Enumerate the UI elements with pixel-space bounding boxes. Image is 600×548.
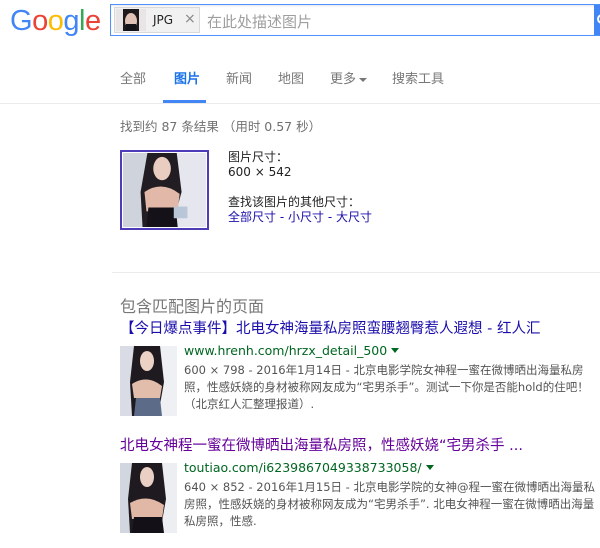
result-url-row: toutiao.com/i6239867049338733058/ <box>184 457 600 476</box>
link-separator: - <box>276 210 288 224</box>
result-snippet: 640 × 852 - 2016年1月15日 - 北京电影学院的女神@程一蜜在微… <box>184 480 595 528</box>
size-links: 全部尺寸 - 小尺寸 - 大尺寸 <box>228 210 372 225</box>
tab-more-label: 更多 <box>330 72 357 87</box>
result-title-link[interactable]: 【今日爆点事件】北电女神海量私房照蛮腰翘臀惹人遐想 - 红人汇 <box>120 320 600 338</box>
divider <box>112 272 600 273</box>
search-button[interactable] <box>594 5 600 35</box>
result-snippet: 600 × 798 - 2016年1月14日 - 北京电影学院女神程一蜜在微博晒… <box>184 363 589 411</box>
close-icon[interactable]: × <box>184 11 196 27</box>
search-input[interactable]: 在此处描述图片 <box>207 11 312 32</box>
result-item: 北电女神程一蜜在微博晒出海量私房照，性感妖娆“宅男杀手 ... toutiao.… <box>120 437 600 533</box>
tab-search-tools[interactable]: 搜索工具 <box>392 68 444 87</box>
result-url[interactable]: www.hrenh.com/hrzx_detail_500 <box>184 343 387 358</box>
search-box[interactable]: JPG × 在此处描述图片 <box>110 4 600 36</box>
result-item: 【今日爆点事件】北电女神海量私房照蛮腰翘臀惹人遐想 - 红人汇 www.hren… <box>120 320 600 416</box>
tab-maps[interactable]: 地图 <box>278 68 304 87</box>
logo-letter-g2: g <box>63 5 79 37</box>
chip-label: JPG <box>153 13 174 27</box>
result-thumbnail[interactable] <box>120 346 177 416</box>
result-thumbnail[interactable] <box>120 463 177 533</box>
result-stats: 找到约 87 条结果 （用时 0.57 秒） <box>120 119 322 134</box>
google-logo[interactable]: Google <box>10 5 101 37</box>
tab-news[interactable]: 新闻 <box>226 68 252 87</box>
logo-letter-e: e <box>84 5 101 37</box>
result-body: www.hrenh.com/hrzx_detail_500 600 × 798 … <box>184 340 600 413</box>
query-image-thumbnail[interactable] <box>120 150 209 230</box>
tab-images[interactable]: 图片 <box>174 68 200 87</box>
large-size-link[interactable]: 大尺寸 <box>336 210 372 224</box>
result-title-link[interactable]: 北电女神程一蜜在微博晒出海量私房照，性感妖娆“宅男杀手 ... <box>120 437 600 455</box>
image-size-value: 600 × 542 <box>228 165 292 179</box>
active-tab-indicator <box>163 100 206 103</box>
logo-letter-g: G <box>10 5 33 37</box>
chip-thumbnail-image <box>116 9 146 31</box>
chevron-down-icon[interactable] <box>391 348 400 353</box>
image-info: 图片尺寸： 600 × 542 查找该图片的其他尺寸： 全部尺寸 - 小尺寸 -… <box>228 150 372 225</box>
tab-all[interactable]: 全部 <box>120 68 146 87</box>
chevron-down-icon <box>359 77 368 82</box>
result-url[interactable]: toutiao.com/i6239867049338733058/ <box>184 460 422 475</box>
tab-more[interactable]: 更多 <box>330 68 368 87</box>
image-chip[interactable]: JPG × <box>114 7 200 33</box>
section-title: 包含匹配图片的页面 <box>120 297 265 316</box>
all-sizes-link[interactable]: 全部尺寸 <box>228 210 276 224</box>
link-separator: - <box>324 210 336 224</box>
query-image <box>123 153 206 227</box>
result-url-row: www.hrenh.com/hrzx_detail_500 <box>184 340 600 359</box>
image-size-label: 图片尺寸： <box>228 150 289 164</box>
chevron-down-icon[interactable] <box>425 465 434 470</box>
logo-letter-o1: o <box>32 5 48 37</box>
logo-letter-o2: o <box>47 5 64 37</box>
other-sizes-label: 查找该图片的其他尺寸： <box>228 195 361 209</box>
header: Google JPG × 在此处描述图片 <box>0 0 600 44</box>
small-size-link[interactable]: 小尺寸 <box>288 210 324 224</box>
result-body: toutiao.com/i6239867049338733058/ 640 × … <box>184 457 600 530</box>
nav-tabs: 全部 图片 新闻 地图 更多 搜索工具 <box>0 44 600 104</box>
